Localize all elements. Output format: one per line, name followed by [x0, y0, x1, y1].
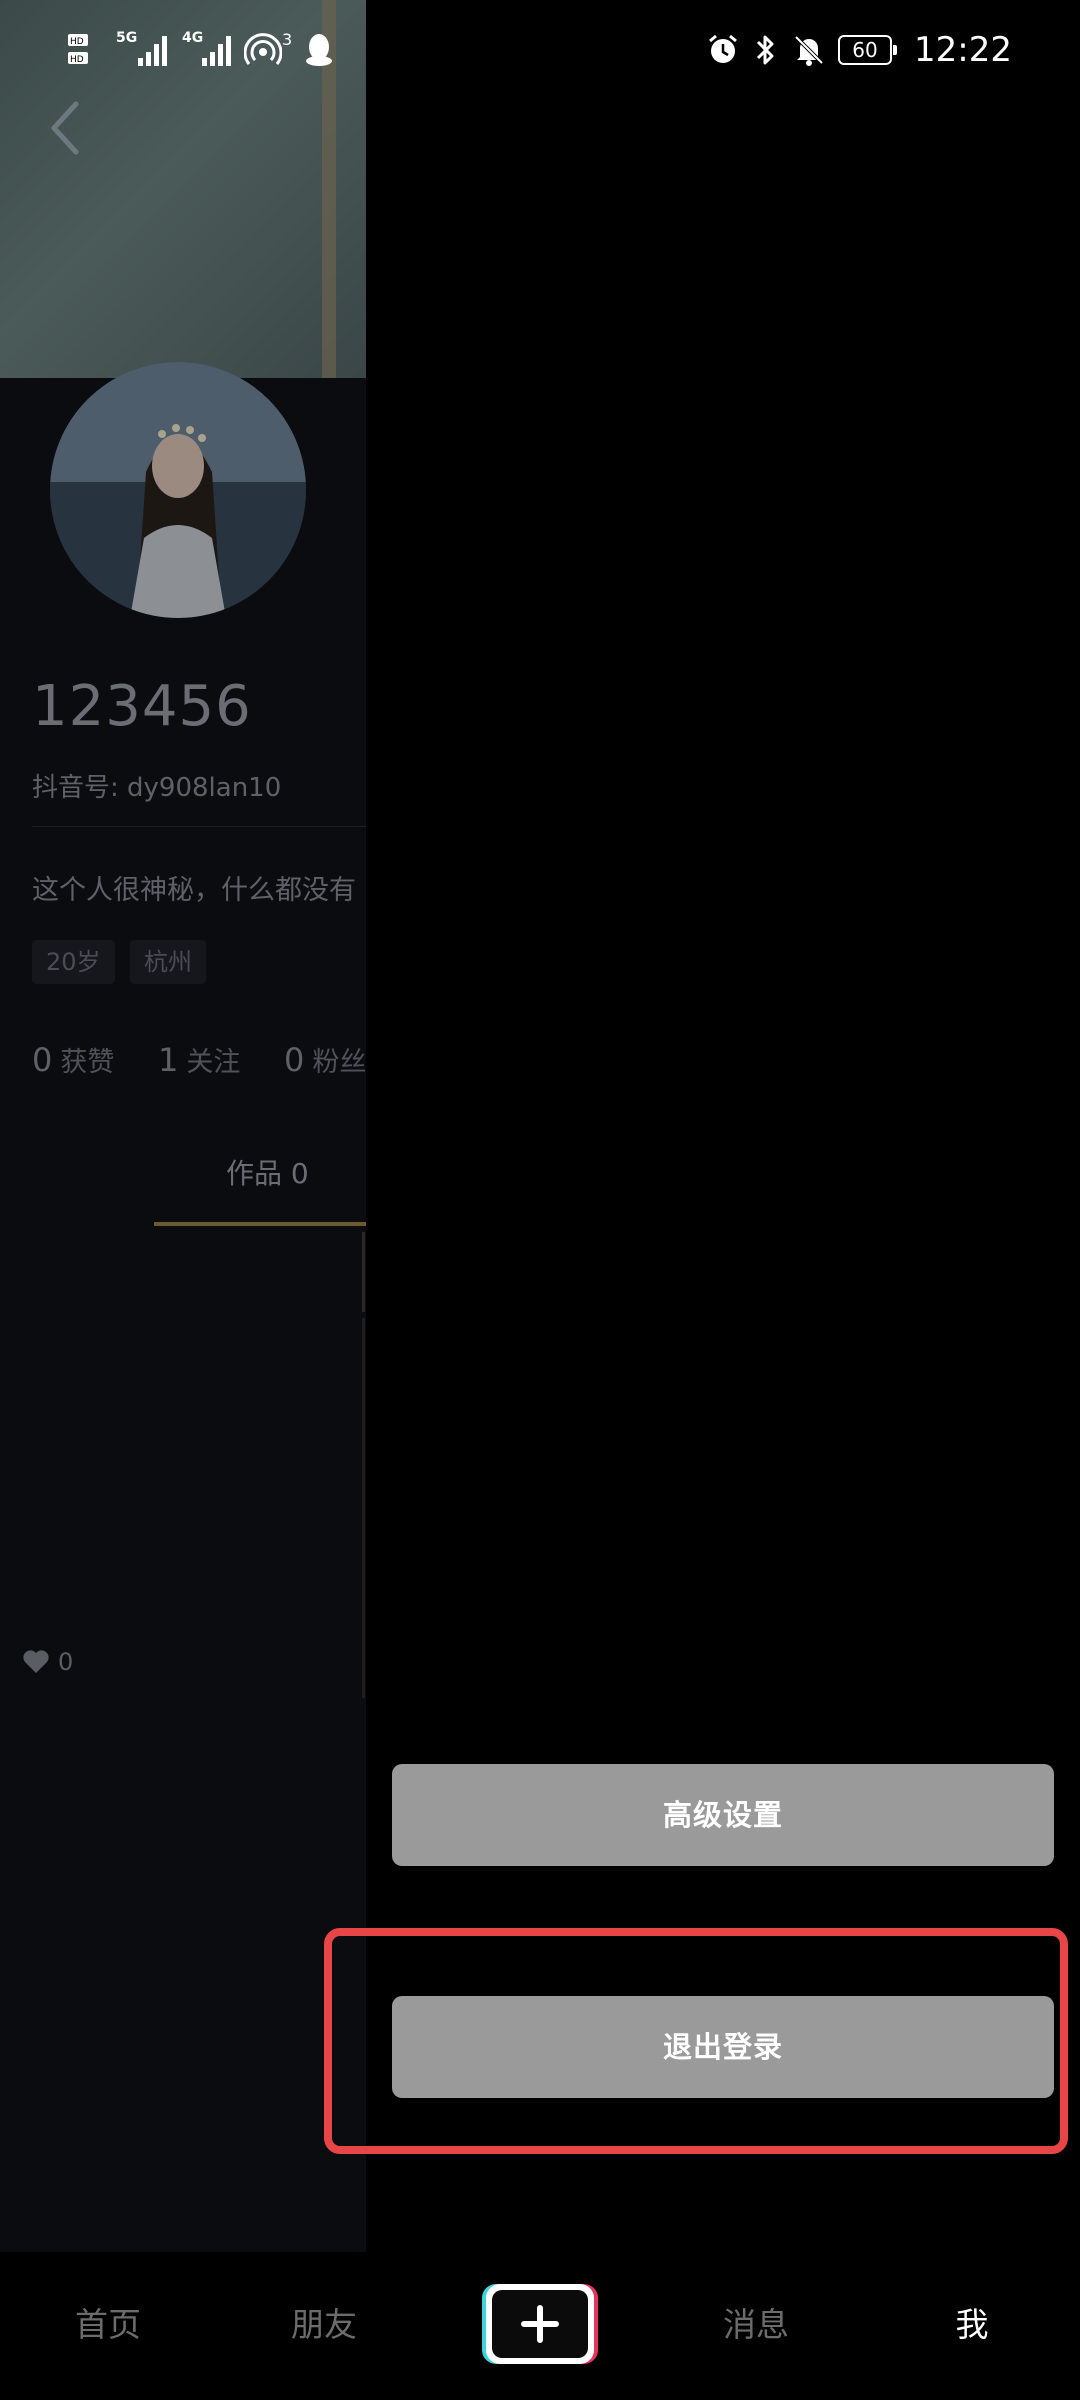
video-thumb-edge	[362, 1318, 365, 1698]
screen: 123456 抖音号: dy908lan10 这个人很神秘，什么都没有 20岁 …	[0, 0, 1080, 2400]
bluetooth-icon	[756, 35, 774, 65]
status-right: 60 12:22	[706, 30, 1012, 70]
divider	[32, 826, 366, 827]
stat-followers-label: 粉丝	[312, 1047, 366, 1078]
stat-following[interactable]: 1 关注	[158, 1040, 240, 1079]
logout-highlight-box	[324, 1928, 1068, 2154]
mute-bell-icon	[794, 35, 824, 66]
hd-icon: HD HD	[68, 34, 88, 65]
nav-me[interactable]: 我	[902, 2298, 1042, 2346]
create-button[interactable]	[482, 2284, 598, 2364]
bottom-nav: 首页 朋友 消息 我	[0, 2252, 1080, 2400]
nav-home[interactable]: 首页	[38, 2298, 178, 2346]
profile-username: 123456	[32, 674, 252, 739]
signal-5g-icon: 5G	[116, 30, 172, 70]
alarm-icon	[709, 34, 737, 63]
stat-following-count: 1	[158, 1041, 179, 1079]
avatar-portrait	[50, 362, 306, 618]
stat-likes-label: 获赞	[60, 1047, 115, 1078]
profile-bio: 这个人很神秘，什么都没有	[32, 875, 356, 906]
stat-followers[interactable]: 0 粉丝	[284, 1040, 366, 1079]
qq-icon	[306, 34, 332, 66]
stat-followers-count: 0	[284, 1041, 305, 1079]
status-time: 12:22	[914, 30, 1012, 70]
stat-following-label: 关注	[186, 1047, 241, 1078]
stat-likes-count: 0	[32, 1041, 53, 1079]
svg-text:HD: HD	[70, 55, 84, 65]
tab-works-underline	[154, 1222, 366, 1226]
video-like-count: 0	[22, 1648, 73, 1676]
profile-background: 123456 抖音号: dy908lan10 这个人很神秘，什么都没有 20岁 …	[0, 0, 366, 2252]
back-icon[interactable]	[46, 98, 82, 158]
avatar[interactable]	[50, 362, 306, 618]
svg-text:HD: HD	[70, 37, 84, 47]
signal-4g-icon: 4G	[182, 30, 234, 70]
nav-messages[interactable]: 消息	[686, 2298, 826, 2346]
plus-icon	[521, 2305, 559, 2343]
advanced-settings-button[interactable]: 高级设置	[392, 1764, 1054, 1866]
battery-icon: 60	[838, 35, 898, 65]
video-thumb-edge	[362, 1232, 365, 1312]
video-like-number: 0	[58, 1648, 74, 1676]
stat-likes[interactable]: 0 获赞	[32, 1040, 114, 1079]
heart-icon	[23, 1650, 49, 1673]
hotspot-icon: 3	[243, 30, 294, 70]
nav-friends[interactable]: 朋友	[254, 2298, 394, 2346]
profile-douyin-id: 抖音号: dy908lan10	[32, 773, 282, 803]
status-bar: HD HD 5G 4G 3 60 12:22	[0, 0, 1080, 100]
status-left: HD HD 5G 4G 3	[66, 30, 334, 70]
hotspot-count: 3	[282, 30, 293, 49]
profile-tag-city: 杭州	[130, 940, 206, 984]
profile-tag-age: 20岁	[32, 940, 115, 984]
tab-works[interactable]: 作品 0	[226, 1152, 309, 1192]
